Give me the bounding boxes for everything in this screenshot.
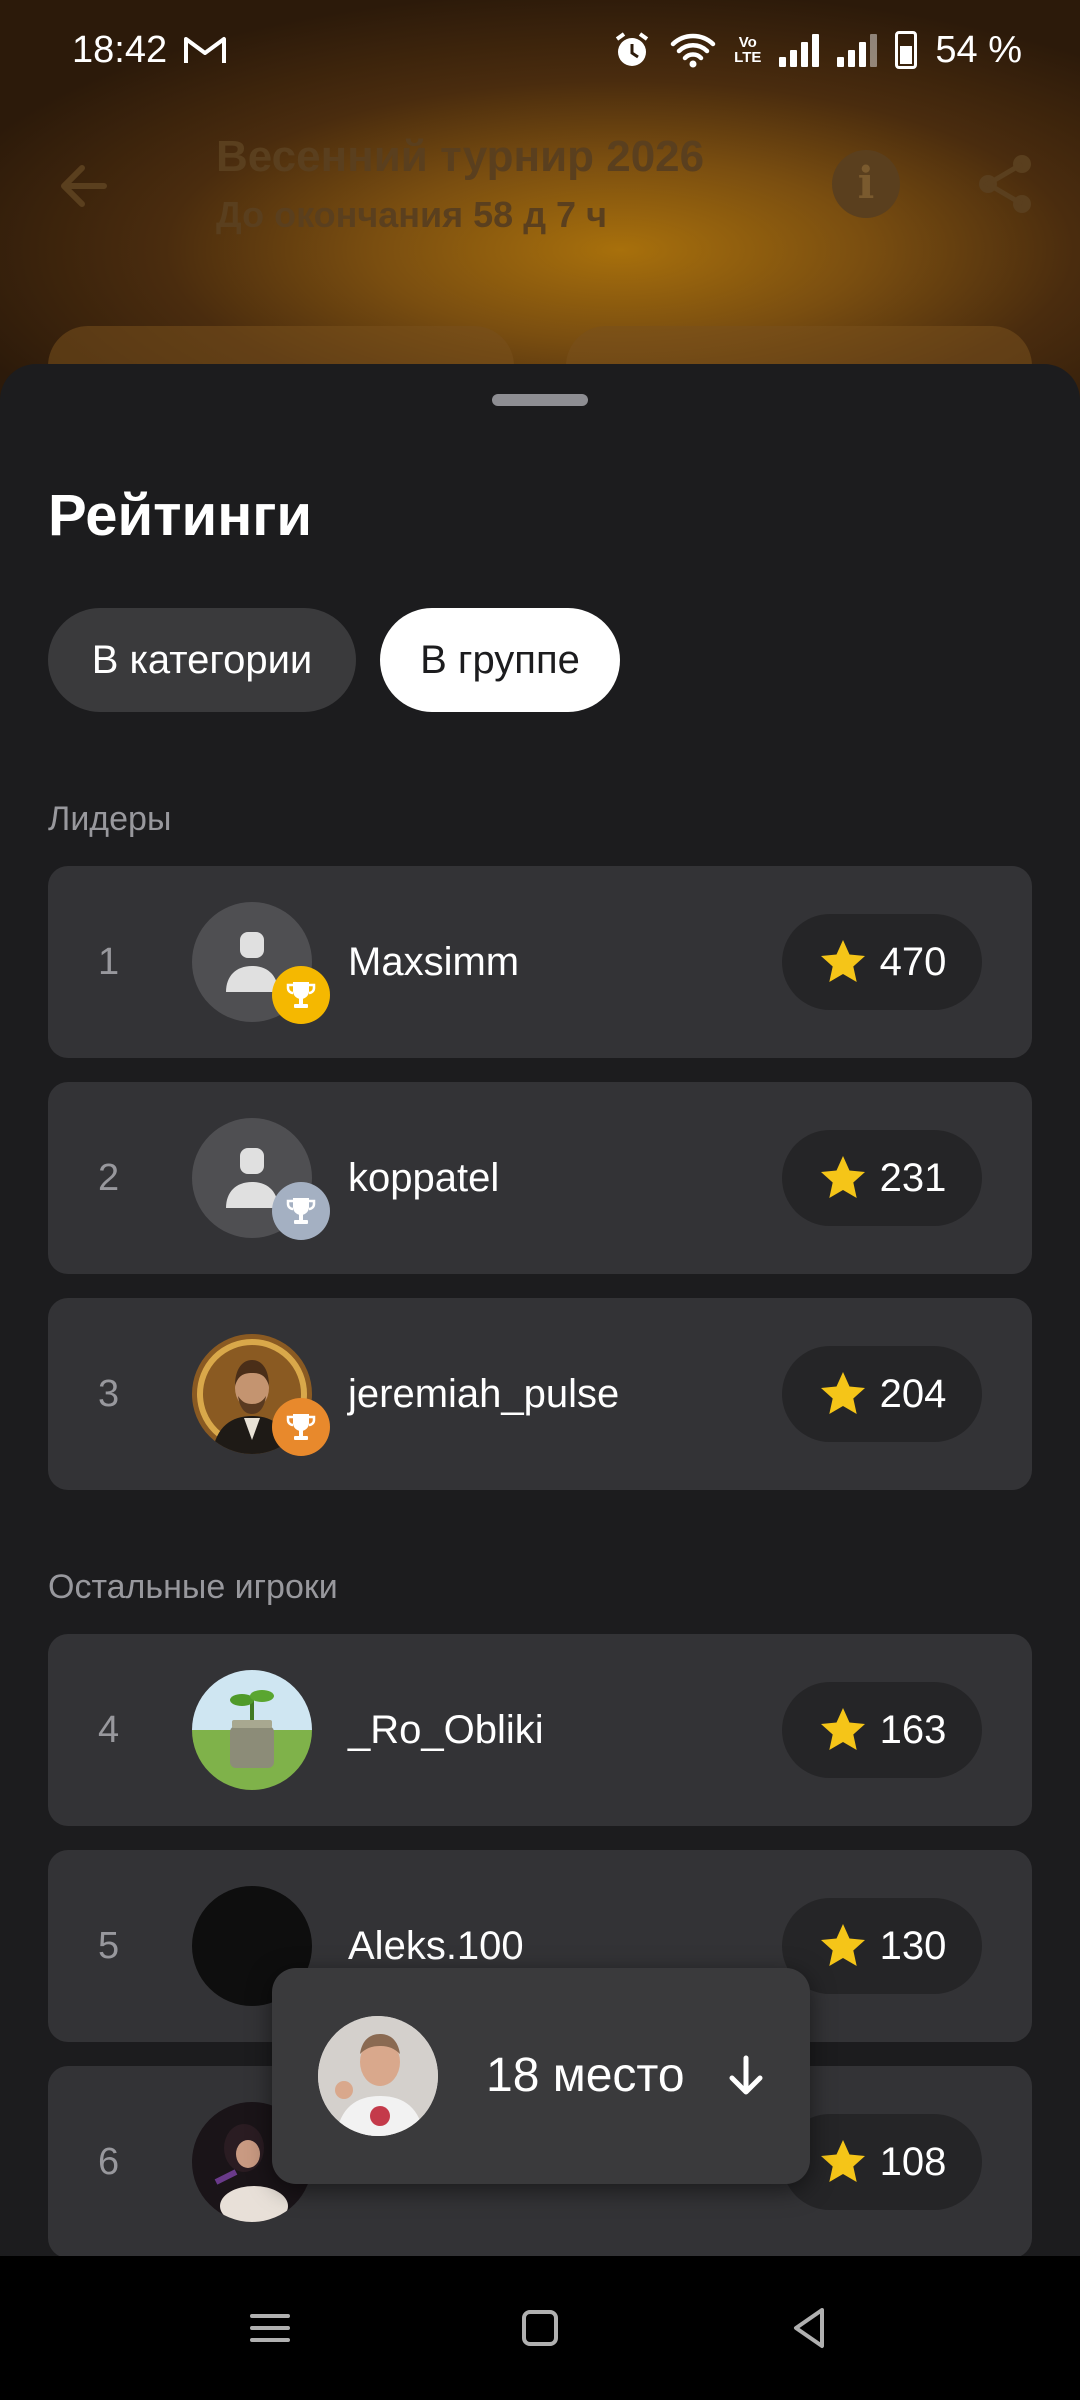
status-bar: 18:42 Vo LTE 54 % xyxy=(0,0,1080,100)
rank-number: 6 xyxy=(98,2141,120,2183)
score-pill: 108 xyxy=(782,2114,982,2210)
other-players-section-label: Остальные игроки xyxy=(48,1568,338,1606)
player-name: _Ro_Obliki xyxy=(348,1708,544,1752)
leaders-section-label: Лидеры xyxy=(48,800,172,838)
app-bar: Весенний турнир 2026 До окончания 58 д 7… xyxy=(0,110,1080,260)
leader-row[interactable]: 2 koppatel 231 xyxy=(48,1082,1032,1274)
leader-row[interactable]: 3 jeremiah_pulse 204 xyxy=(48,1298,1032,1490)
rank-number: 5 xyxy=(98,1925,120,1967)
score-value: 130 xyxy=(879,1923,947,1968)
tab-in-category[interactable]: В категории xyxy=(48,608,356,712)
player-name: Maxsimm xyxy=(348,940,520,984)
score-value: 108 xyxy=(879,2139,947,2184)
star-icon xyxy=(820,2140,865,2182)
home-icon[interactable] xyxy=(510,2298,570,2358)
score-pill: 204 xyxy=(782,1346,982,1442)
avatar xyxy=(192,1670,312,1790)
score-pill: 231 xyxy=(782,1130,982,1226)
system-nav-bar xyxy=(0,2256,1080,2400)
score-value: 231 xyxy=(879,1155,947,1200)
score-value: 470 xyxy=(879,939,947,984)
player-name: jeremiah_pulse xyxy=(348,1372,620,1416)
battery-percent: 54 % xyxy=(935,28,1022,71)
my-avatar xyxy=(318,2016,438,2136)
leader-row[interactable]: 1 Maxsimm 470 xyxy=(48,866,1032,1058)
star-icon xyxy=(820,940,865,982)
bronze-trophy-icon xyxy=(272,1398,330,1456)
star-icon xyxy=(820,1708,865,1750)
arrow-down-icon xyxy=(729,2055,763,2095)
silver-trophy-icon xyxy=(272,1182,330,1240)
tournament-countdown: До окончания 58 д 7 ч xyxy=(216,194,607,235)
menu-icon[interactable] xyxy=(240,2298,300,2358)
rank-number: 3 xyxy=(98,1373,120,1415)
star-icon xyxy=(820,1372,865,1414)
player-name: koppatel xyxy=(348,1156,500,1200)
rank-number: 1 xyxy=(98,941,120,983)
alarm-icon xyxy=(615,32,649,66)
rank-number: 4 xyxy=(98,1709,120,1751)
sheet-drag-handle[interactable] xyxy=(492,394,588,406)
score-pill: 130 xyxy=(782,1898,982,1994)
signal-icon xyxy=(779,33,820,67)
battery-icon xyxy=(895,31,918,69)
gold-trophy-icon xyxy=(272,966,330,1024)
wifi-icon xyxy=(670,33,716,68)
my-place-label: 18 место xyxy=(486,2049,685,2102)
score-pill: 470 xyxy=(782,914,982,1010)
gmail-icon xyxy=(184,37,227,63)
sheet-title: Рейтинги xyxy=(48,483,313,548)
info-icon[interactable]: i xyxy=(832,150,900,218)
clock: 18:42 xyxy=(72,28,168,71)
score-value: 163 xyxy=(879,1707,947,1752)
volte-icon: Vo LTE xyxy=(734,34,762,66)
tab-in-group[interactable]: В группе xyxy=(380,608,620,712)
plant-jar-avatar-image xyxy=(192,1670,312,1790)
signal-icon xyxy=(837,33,878,67)
rank-number: 2 xyxy=(98,1157,120,1199)
back-icon[interactable] xyxy=(780,2298,840,2358)
my-photo-avatar-image xyxy=(318,2016,438,2136)
share-icon[interactable] xyxy=(974,152,1038,216)
back-arrow-icon[interactable] xyxy=(52,154,116,218)
score-value: 204 xyxy=(879,1371,947,1416)
star-icon xyxy=(820,1156,865,1198)
score-pill: 163 xyxy=(782,1682,982,1778)
star-icon xyxy=(820,1924,865,1966)
my-place-button[interactable]: 18 место xyxy=(272,1968,810,2184)
player-row[interactable]: 4 _Ro_Obliki 163 xyxy=(48,1634,1032,1826)
tournament-title: Весенний турнир 2026 xyxy=(216,132,705,181)
